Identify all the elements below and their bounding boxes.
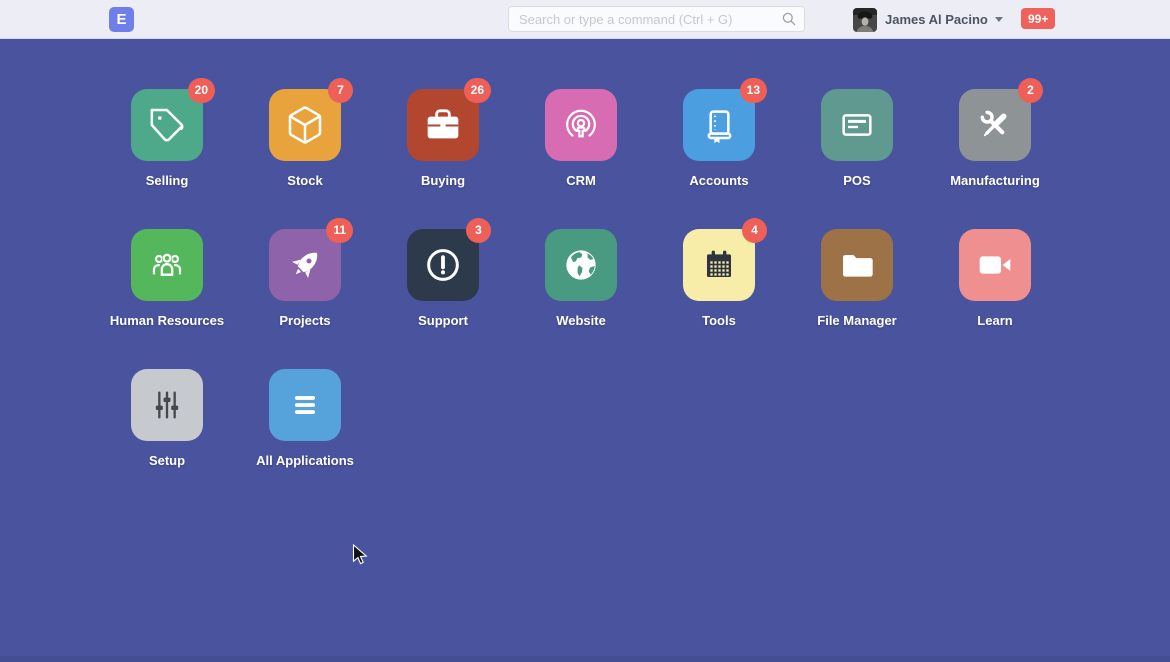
user-menu[interactable]: James Al Pacino bbox=[853, 0, 1003, 39]
search-bar bbox=[508, 6, 805, 32]
module-support[interactable]: 3 Support bbox=[374, 229, 512, 328]
module-learn[interactable]: Learn bbox=[926, 229, 1064, 328]
module-label: File Manager bbox=[817, 313, 896, 328]
logo-letter: E bbox=[116, 11, 126, 28]
navbar: E James Al Pacino 99+ bbox=[0, 0, 1170, 39]
count-badge: 13 bbox=[740, 78, 767, 103]
module-crm[interactable]: CRM bbox=[512, 89, 650, 188]
user-name: James Al Pacino bbox=[885, 12, 988, 27]
module-buying[interactable]: 26 Buying bbox=[374, 89, 512, 188]
module-stock[interactable]: 7 Stock bbox=[236, 89, 374, 188]
module-projects[interactable]: 11 Projects bbox=[236, 229, 374, 328]
notifications-badge[interactable]: 99+ bbox=[1021, 8, 1055, 29]
module-accounts[interactable]: 13 Accounts bbox=[650, 89, 788, 188]
module-file-manager[interactable]: File Manager bbox=[788, 229, 926, 328]
module-tile[interactable] bbox=[959, 229, 1031, 301]
chevron-down-icon bbox=[995, 17, 1003, 22]
module-label: Support bbox=[418, 313, 468, 328]
module-setup[interactable]: Setup bbox=[98, 369, 236, 468]
module-tile[interactable] bbox=[269, 369, 341, 441]
module-label: Buying bbox=[421, 173, 465, 188]
module-tile[interactable] bbox=[131, 369, 203, 441]
search-icon[interactable] bbox=[781, 11, 797, 27]
credit-card-icon bbox=[837, 105, 877, 145]
module-label: POS bbox=[843, 173, 870, 188]
menu-icon bbox=[285, 385, 325, 425]
module-tile[interactable] bbox=[545, 89, 617, 161]
module-tile[interactable]: 26 bbox=[407, 89, 479, 161]
module-label: Human Resources bbox=[110, 313, 224, 328]
tag-icon bbox=[147, 105, 187, 145]
module-tile[interactable]: 2 bbox=[959, 89, 1031, 161]
module-all-applications[interactable]: All Applications bbox=[236, 369, 374, 468]
module-tile[interactable] bbox=[131, 229, 203, 301]
module-label: All Applications bbox=[256, 453, 354, 468]
calendar-icon bbox=[699, 245, 739, 285]
app-logo[interactable]: E bbox=[109, 7, 134, 32]
search-input[interactable] bbox=[508, 6, 805, 32]
count-badge: 26 bbox=[464, 78, 491, 103]
module-manufacturing[interactable]: 2 Manufacturing bbox=[926, 89, 1064, 188]
module-tile[interactable] bbox=[821, 89, 893, 161]
module-pos[interactable]: POS bbox=[788, 89, 926, 188]
module-label: Projects bbox=[279, 313, 330, 328]
wrench-screwdriver-icon bbox=[975, 105, 1015, 145]
box-icon bbox=[285, 105, 325, 145]
module-label: Stock bbox=[287, 173, 322, 188]
briefcase-icon bbox=[423, 105, 463, 145]
count-badge: 2 bbox=[1018, 78, 1043, 103]
module-human-resources[interactable]: Human Resources bbox=[98, 229, 236, 328]
module-tile[interactable]: 7 bbox=[269, 89, 341, 161]
alert-circle-icon bbox=[423, 245, 463, 285]
podcast-person-icon bbox=[561, 105, 601, 145]
module-label: Tools bbox=[702, 313, 736, 328]
ledger-icon bbox=[699, 105, 739, 145]
folder-icon bbox=[837, 245, 877, 285]
module-tile[interactable] bbox=[821, 229, 893, 301]
module-tile[interactable]: 13 bbox=[683, 89, 755, 161]
rocket-icon bbox=[285, 245, 325, 285]
module-tile[interactable]: 11 bbox=[269, 229, 341, 301]
module-selling[interactable]: 20 Selling bbox=[98, 89, 236, 188]
bottom-strip bbox=[0, 656, 1170, 662]
globe-icon bbox=[561, 245, 601, 285]
module-label: Setup bbox=[149, 453, 185, 468]
module-label: Manufacturing bbox=[950, 173, 1040, 188]
count-badge: 11 bbox=[326, 218, 353, 243]
module-tile[interactable]: 4 bbox=[683, 229, 755, 301]
people-group-icon bbox=[147, 245, 187, 285]
module-tile[interactable]: 3 bbox=[407, 229, 479, 301]
module-tile[interactable]: 20 bbox=[131, 89, 203, 161]
count-badge: 4 bbox=[742, 218, 767, 243]
module-label: Website bbox=[556, 313, 606, 328]
module-label: CRM bbox=[566, 173, 596, 188]
module-grid: 20 Selling 7 Stock 26 Buying CRM 13 Acco… bbox=[98, 40, 1074, 509]
module-tile[interactable] bbox=[545, 229, 617, 301]
module-label: Learn bbox=[977, 313, 1012, 328]
user-avatar-image bbox=[853, 8, 877, 32]
module-tools[interactable]: 4 Tools bbox=[650, 229, 788, 328]
module-label: Selling bbox=[146, 173, 189, 188]
module-label: Accounts bbox=[689, 173, 748, 188]
count-badge: 3 bbox=[466, 218, 491, 243]
video-camera-icon bbox=[975, 245, 1015, 285]
count-badge: 7 bbox=[328, 78, 353, 103]
sliders-icon bbox=[147, 385, 187, 425]
count-badge: 20 bbox=[188, 78, 215, 103]
mouse-cursor-icon bbox=[352, 544, 370, 566]
module-website[interactable]: Website bbox=[512, 229, 650, 328]
